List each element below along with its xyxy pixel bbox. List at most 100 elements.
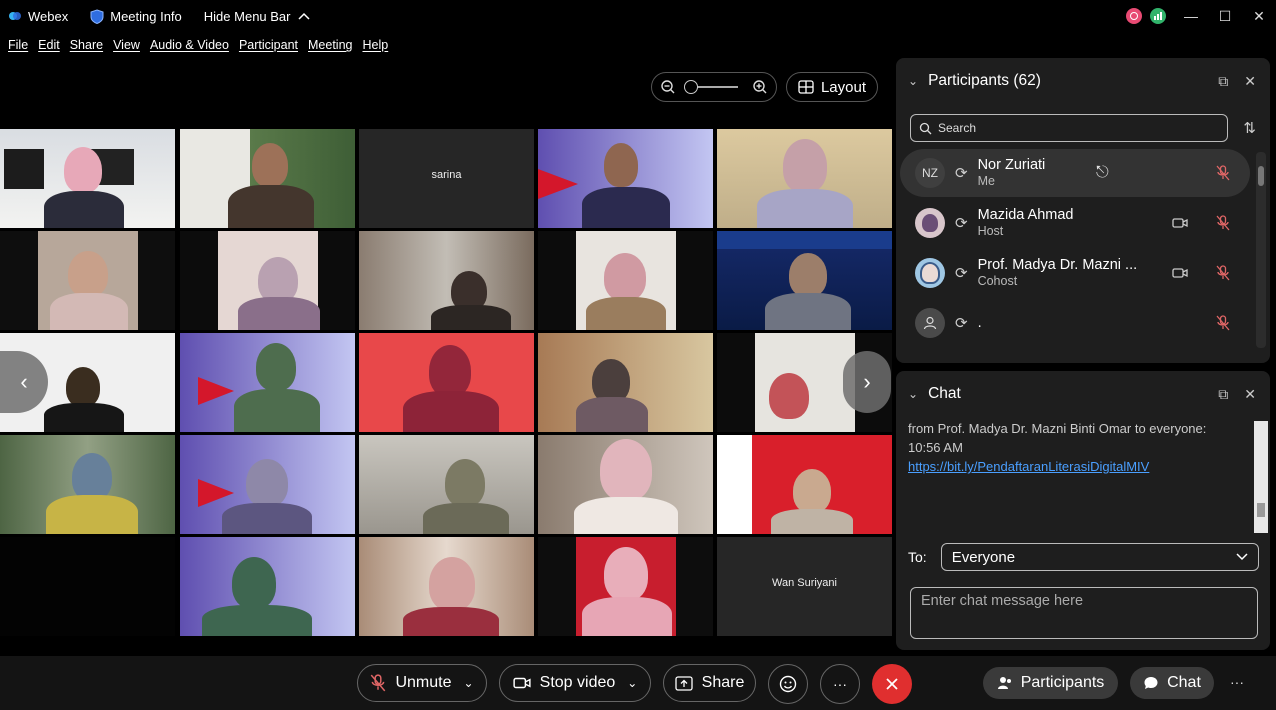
unmute-button[interactable]: Unmute ⌄: [357, 664, 487, 702]
chat-message-input[interactable]: Enter chat message here: [910, 587, 1258, 639]
meeting-info-label: Meeting Info: [110, 8, 182, 24]
participant-search-input[interactable]: Search: [910, 114, 1228, 142]
chat-panel-header[interactable]: ⌄ Chat: [908, 385, 961, 403]
video-camera-icon[interactable]: [1172, 217, 1188, 229]
video-tile[interactable]: [717, 435, 892, 534]
people-icon: [997, 677, 1011, 689]
avatar: NZ: [915, 158, 945, 188]
audio-connection-icon: ⟳: [955, 315, 968, 332]
video-tile[interactable]: [180, 435, 355, 534]
chevron-down-icon[interactable]: ⌄: [908, 74, 918, 88]
chevron-down-icon[interactable]: ⌄: [463, 676, 473, 690]
share-button[interactable]: Share: [663, 664, 756, 702]
video-tile[interactable]: [0, 537, 175, 636]
next-page-button[interactable]: ›: [843, 351, 891, 413]
video-tile[interactable]: [717, 231, 892, 330]
zoom-out-icon[interactable]: [660, 79, 676, 95]
mic-muted-icon[interactable]: [1216, 315, 1230, 331]
video-tile[interactable]: [359, 333, 534, 432]
chevron-down-icon[interactable]: ⌄: [908, 387, 918, 401]
chat-scrollbar[interactable]: [1254, 421, 1268, 533]
close-icon[interactable]: ✕: [1244, 73, 1256, 90]
zoom-in-icon[interactable]: [752, 79, 768, 95]
menu-meeting[interactable]: Meeting: [308, 38, 352, 52]
participants-scrollbar[interactable]: [1256, 152, 1266, 348]
layout-button[interactable]: Layout: [786, 72, 878, 102]
stop-video-button[interactable]: Stop video ⌄: [499, 664, 651, 702]
close-window-icon[interactable]: ✕: [1242, 8, 1276, 25]
video-tile[interactable]: [538, 537, 713, 636]
minimize-icon[interactable]: —: [1174, 8, 1208, 24]
zoom-slider-handle[interactable]: [684, 80, 698, 94]
participant-row[interactable]: ⟳ .: [900, 299, 1250, 347]
video-tile[interactable]: [717, 129, 892, 228]
reactions-button[interactable]: [768, 664, 808, 704]
pop-out-icon[interactable]: ⧉: [1218, 73, 1228, 90]
video-tile[interactable]: [538, 231, 713, 330]
video-tile[interactable]: [0, 129, 175, 228]
chat-panel-title: Chat: [928, 385, 961, 402]
chat-button[interactable]: Chat: [1130, 667, 1214, 699]
sort-icon[interactable]: ⇅: [1243, 119, 1256, 137]
menu-participant[interactable]: Participant: [239, 38, 298, 52]
maximize-icon[interactable]: ☐: [1208, 8, 1242, 25]
network-health-icon[interactable]: [1150, 8, 1166, 24]
video-tile[interactable]: [359, 231, 534, 330]
chat-label: Chat: [1167, 674, 1201, 691]
menu-bar: File Edit Share View Audio & Video Parti…: [0, 34, 390, 56]
video-tile[interactable]: [359, 435, 534, 534]
recording-indicator-icon[interactable]: [1126, 8, 1142, 24]
participant-name-label: sarina: [431, 169, 462, 181]
video-tile[interactable]: [538, 435, 713, 534]
participant-role: Cohost: [977, 274, 1018, 288]
chat-bubble-icon: [1144, 677, 1158, 689]
avatar: [915, 258, 945, 288]
participant-role: Me: [977, 174, 995, 188]
shield-icon: [90, 8, 104, 24]
recipient-value: Everyone: [951, 548, 1016, 566]
chat-message-link[interactable]: https://bit.ly/PendaftaranLiterasiDigita…: [908, 457, 1248, 476]
unmute-label: Unmute: [395, 674, 452, 691]
participant-row[interactable]: NZ ⟳ Nor Zuriati Me ⎋: [900, 149, 1250, 197]
to-label: To:: [908, 549, 927, 565]
video-tile[interactable]: [180, 129, 355, 228]
participant-row[interactable]: ⟳ Prof. Madya Dr. Mazni ... Cohost: [900, 249, 1250, 297]
video-tile[interactable]: [180, 537, 355, 636]
participants-button[interactable]: Participants: [983, 667, 1118, 699]
menu-file[interactable]: File: [8, 38, 28, 52]
zoom-slider[interactable]: [684, 80, 738, 94]
pop-out-icon[interactable]: ⧉: [1218, 386, 1228, 403]
video-tile[interactable]: [359, 537, 534, 636]
participant-row[interactable]: ⟳ Mazida Ahmad Host: [900, 199, 1250, 247]
menu-help[interactable]: Help: [362, 38, 388, 52]
panel-icons: ⧉ ✕: [1218, 73, 1256, 90]
video-tile[interactable]: Wan Suriyani: [717, 537, 892, 636]
chevron-down-icon[interactable]: ⌄: [627, 676, 637, 690]
video-camera-icon[interactable]: [1172, 267, 1188, 279]
menu-audio-video[interactable]: Audio & Video: [150, 38, 229, 52]
participants-panel-title: Participants (62): [928, 72, 1041, 89]
video-tile[interactable]: [0, 231, 175, 330]
search-placeholder: Search: [938, 121, 977, 135]
participants-panel-header[interactable]: ⌄ Participants (62): [908, 72, 1041, 90]
mic-muted-icon[interactable]: [1216, 265, 1230, 281]
video-tile[interactable]: [538, 333, 713, 432]
close-icon[interactable]: ✕: [1244, 386, 1256, 403]
video-tile[interactable]: [180, 231, 355, 330]
meeting-info-button[interactable]: Meeting Info: [90, 9, 182, 24]
mic-muted-icon[interactable]: [1216, 215, 1230, 231]
menu-edit[interactable]: Edit: [38, 38, 60, 52]
menu-view[interactable]: View: [113, 38, 140, 52]
menu-share[interactable]: Share: [70, 38, 103, 52]
mic-muted-icon[interactable]: [1216, 165, 1230, 181]
hide-menu-bar-button[interactable]: Hide Menu Bar: [204, 9, 317, 24]
video-tile[interactable]: sarina: [359, 129, 534, 228]
recipient-select[interactable]: Everyone: [940, 543, 1259, 571]
chat-input-placeholder: Enter chat message here: [921, 593, 1084, 609]
video-tile[interactable]: [538, 129, 713, 228]
more-options-button[interactable]: ···: [820, 664, 860, 704]
end-call-button[interactable]: [872, 664, 912, 704]
more-panels-button[interactable]: ···: [1230, 674, 1244, 690]
video-tile[interactable]: [0, 435, 175, 534]
video-tile[interactable]: [180, 333, 355, 432]
